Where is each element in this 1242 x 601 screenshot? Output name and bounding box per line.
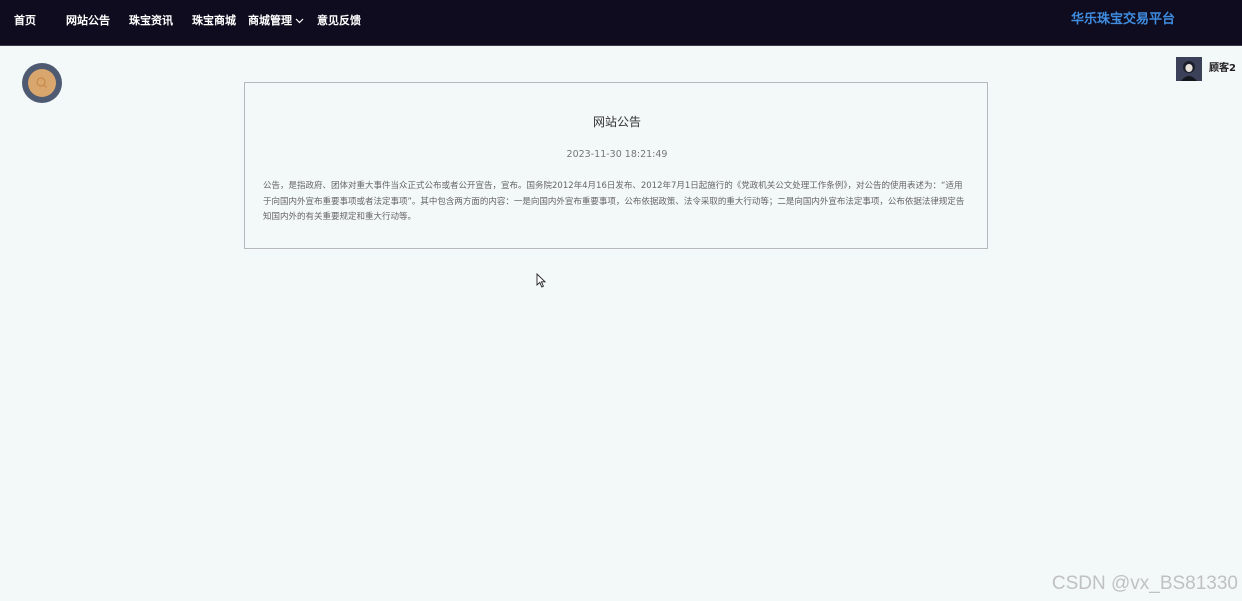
announcement-title: 网站公告: [592, 115, 641, 129]
top-nav-bar: 首页 网站公告 珠宝资讯 珠宝商城 商城管理 意见反馈 华乐珠宝交易平台: [0, 0, 1242, 46]
nav-item-jewelry-news[interactable]: 珠宝资讯: [129, 14, 173, 28]
chevron-down-icon: [295, 18, 304, 24]
brand-title: 华乐珠宝交易平台: [1071, 12, 1176, 27]
nav-item-home[interactable]: 首页: [14, 14, 36, 28]
avatar-image: [1176, 57, 1202, 81]
announcement-datetime: 2023-11-30 18:21:49: [566, 149, 668, 160]
search-button[interactable]: [22, 63, 62, 103]
username: 顾客2: [1209, 63, 1236, 74]
announcement-body: 公告，是指政府、团体对重大事件当众正式公布或者公开宣告，宣布。国务院2012年4…: [263, 181, 965, 222]
nav-item-mall-management-label: 商城管理: [248, 14, 292, 27]
search-icon: [36, 77, 47, 88]
nav-item-feedback[interactable]: 意见反馈: [317, 14, 361, 28]
nav-item-announcements[interactable]: 网站公告: [66, 14, 110, 28]
avatar: [1176, 57, 1202, 81]
watermark: CSDN @vx_BS81330: [1051, 573, 1238, 594]
mouse-cursor-icon: [536, 273, 546, 288]
nav-item-mall-management[interactable]: 商城管理: [248, 14, 304, 28]
announcement-card: 网站公告 2023-11-30 18:21:49 公告，是指政府、团体对重大事件…: [244, 82, 988, 249]
nav-item-jewelry-mall[interactable]: 珠宝商城: [192, 14, 236, 28]
